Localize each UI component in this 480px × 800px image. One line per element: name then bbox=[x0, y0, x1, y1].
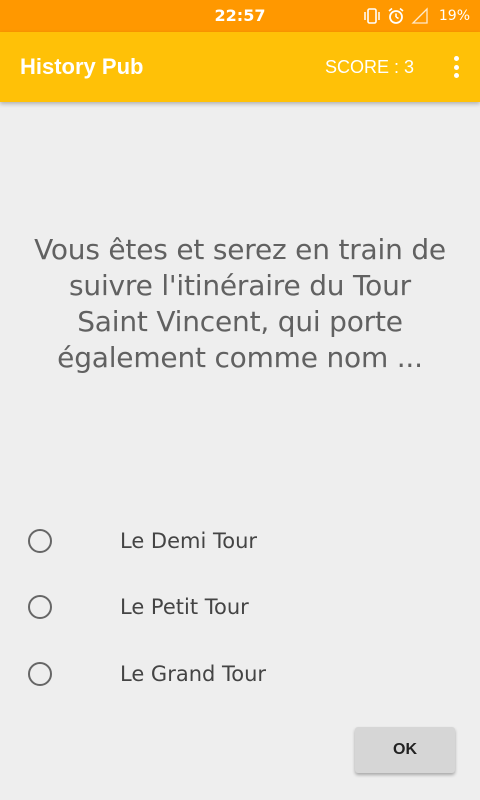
signal-icon bbox=[411, 7, 429, 25]
option-label: Le Demi Tour bbox=[120, 529, 258, 553]
option-petit-tour[interactable]: Le Petit Tour bbox=[0, 587, 480, 627]
ok-button[interactable]: OK bbox=[355, 727, 455, 773]
app-title: History Pub bbox=[20, 54, 144, 79]
question-text: Vous êtes et serez en train de suivre l'… bbox=[34, 233, 446, 374]
option-demi-tour[interactable]: Le Demi Tour bbox=[0, 521, 480, 561]
battery-icon: 19% bbox=[435, 7, 470, 25]
more-vert-icon[interactable] bbox=[448, 54, 464, 80]
radio-button[interactable] bbox=[28, 595, 52, 619]
radio-button[interactable] bbox=[28, 662, 52, 686]
radio-button[interactable] bbox=[28, 529, 52, 553]
option-grand-tour[interactable]: Le Grand Tour bbox=[0, 654, 480, 694]
app-bar: History Pub SCORE : 3 bbox=[0, 32, 480, 102]
vibrate-icon bbox=[363, 7, 381, 25]
score-display: SCORE : 3 bbox=[324, 57, 414, 77]
status-icons: 19% bbox=[363, 0, 470, 32]
option-label: Le Grand Tour bbox=[120, 662, 267, 686]
alarm-icon bbox=[387, 7, 405, 25]
status-bar: 22:57 19% bbox=[0, 0, 480, 32]
option-label: Le Petit Tour bbox=[120, 595, 249, 619]
battery-percent: 19% bbox=[438, 8, 470, 24]
